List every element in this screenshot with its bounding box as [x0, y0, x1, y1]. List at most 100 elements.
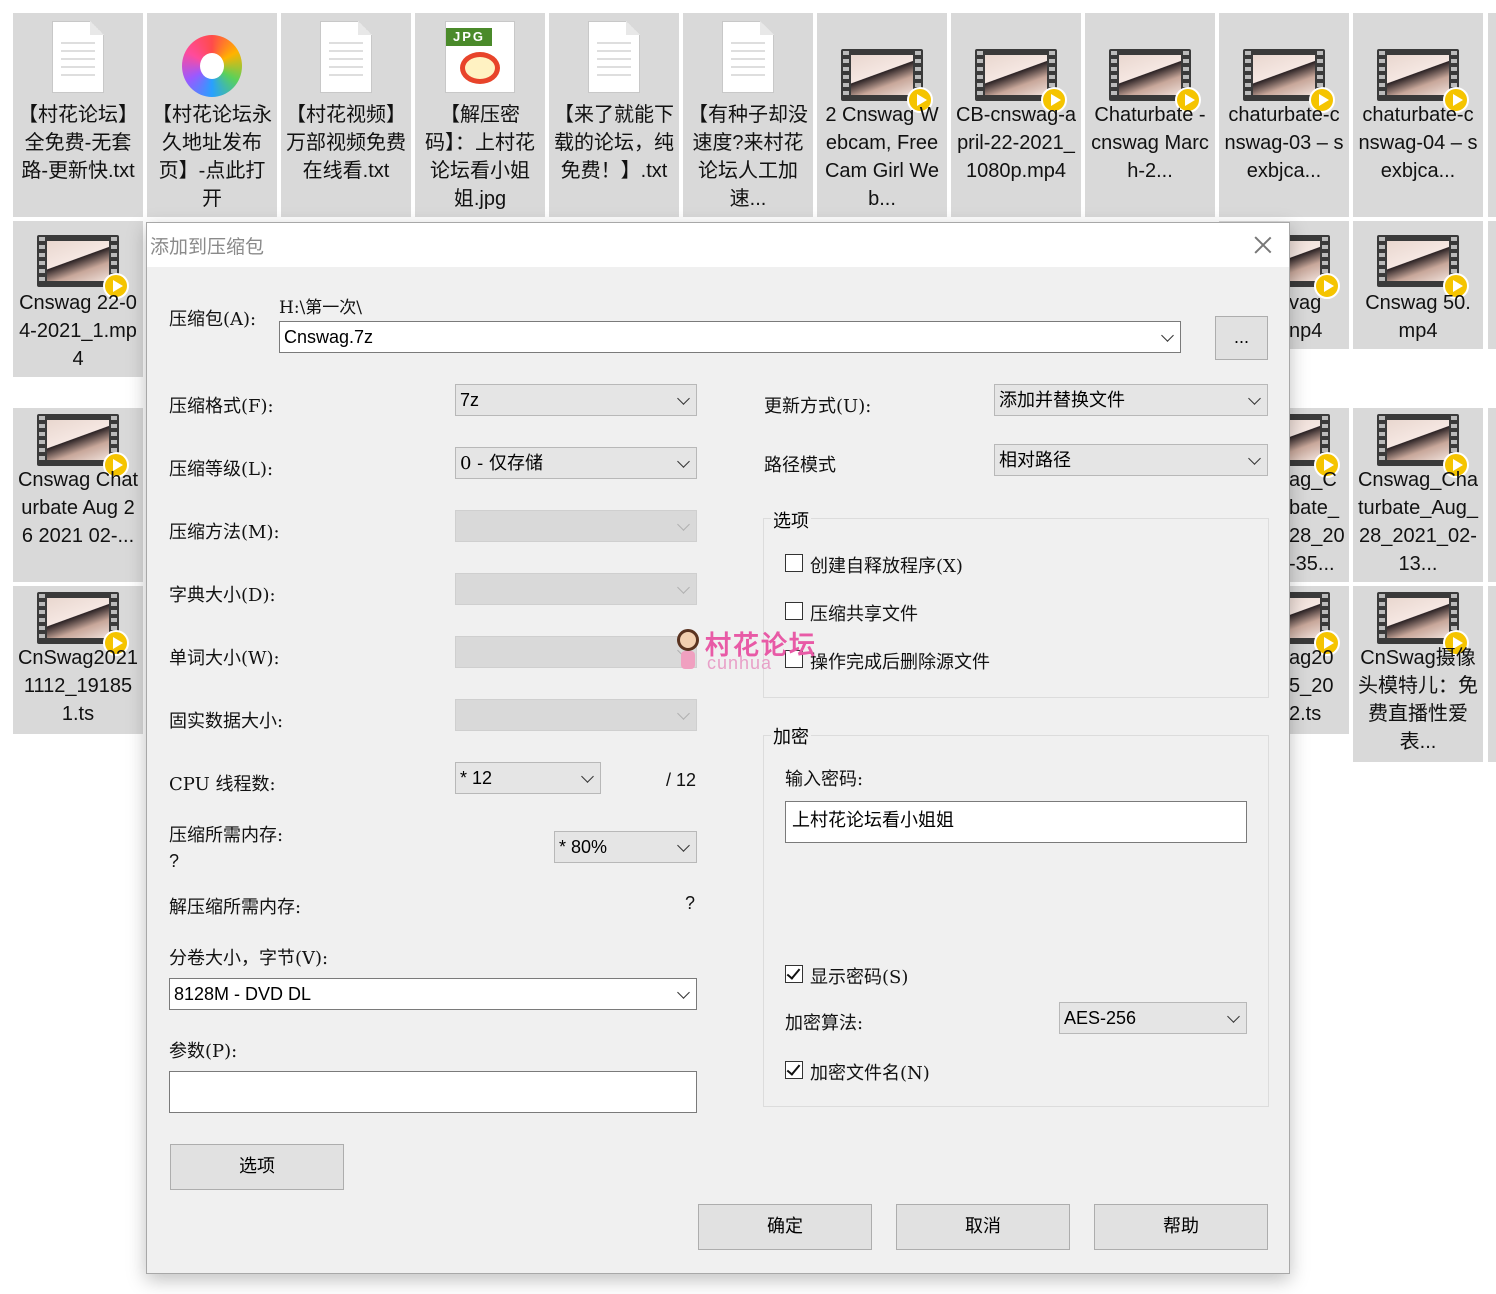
memory-percent-value: * 80%	[559, 837, 608, 857]
file-label: 【解压密码】：上村花论坛看小姐姐.jpg	[425, 104, 535, 210]
chevron-down-icon	[677, 839, 690, 852]
video-file-icon	[841, 49, 933, 113]
update-mode-label: 更新方式(U):	[764, 396, 872, 417]
word-size-label: 单词大小(W):	[169, 648, 280, 669]
video-file-icon	[1377, 414, 1469, 478]
volume-combo[interactable]: 8128M - DVD DL	[169, 978, 697, 1010]
file-tile[interactable]: CnSwag20211112_191851.ts	[13, 586, 143, 734]
watermark: 村花论坛 cunhua	[677, 625, 837, 677]
cancel-button[interactable]: 取消	[896, 1204, 1070, 1250]
file-label: CnSwag20211112_191851.ts	[17, 647, 139, 725]
file-label: CB-cnswag-april-22-2021_1080p.mp4	[955, 104, 1077, 182]
file-label: ag_C bate_ 28_20 -35...	[1289, 469, 1345, 575]
volume-label: 分卷大小，字节(V):	[169, 948, 329, 969]
file-tile[interactable]: 2 Cnswag Webcam, Free Cam Girl Web...	[817, 13, 947, 217]
archive-path: H:\第一次\	[279, 298, 363, 318]
password-label: 输入密码:	[785, 769, 864, 790]
archive-label: 压缩包(A):	[169, 309, 257, 330]
chevron-down-icon	[677, 707, 690, 720]
text-file-icon	[722, 21, 774, 93]
chevron-down-icon	[1161, 329, 1174, 342]
chevron-down-icon	[1248, 452, 1261, 465]
file-tile[interactable]: Cnswag 50.mp4	[1353, 221, 1483, 349]
browse-button[interactable]: ...	[1215, 316, 1268, 360]
compress-memory-label: 压缩所需内存:	[169, 825, 284, 846]
file-tile[interactable]: 【有种子却没速度?来村花论坛人工加速...	[683, 13, 813, 217]
volume-value: 8128M - DVD DL	[174, 984, 312, 1004]
file-label: CnSwag摄像头模特儿：免费直播性爱表...	[1358, 647, 1478, 753]
threads-combo[interactable]: * 12	[455, 762, 601, 794]
video-file-icon	[1377, 49, 1469, 113]
file-label: vag np4	[1289, 292, 1323, 342]
archive-name-value: Cnswag.7z	[284, 327, 374, 347]
help-button[interactable]: 帮助	[1094, 1204, 1268, 1250]
options-button[interactable]: 选项	[170, 1144, 344, 1190]
file-tile[interactable]: Cnswag_Chaturbate_Aug_28_2021_02-13...	[1353, 408, 1483, 582]
chevron-down-icon	[1227, 1010, 1240, 1023]
file-tile[interactable]: CnSwag摄像头模特儿：免费直播性爱表...	[1353, 586, 1483, 762]
close-icon[interactable]	[1251, 233, 1275, 257]
encryption-method-combo[interactable]: AES-256	[1059, 1002, 1247, 1034]
file-tile[interactable]: Cnswag 22-04-2021_1.mp4	[13, 221, 143, 377]
file-tile[interactable]: Chaturbate - cnswag March-2...	[1085, 13, 1215, 217]
video-file-icon	[37, 592, 129, 656]
file-label: Cnswag_Chaturbate_Aug_28_2021_02-13...	[1357, 469, 1479, 575]
update-mode-combo[interactable]: 添加并替换文件	[994, 384, 1268, 416]
path-mode-value: 相对路径	[999, 450, 1071, 471]
threads-total: / 12	[666, 770, 697, 790]
video-file-icon	[37, 235, 129, 299]
watermark-subtext: cunhua	[707, 653, 773, 673]
title-bar[interactable]: 添加到压缩包	[147, 223, 1289, 267]
file-label: 2 Cnswag Webcam, Free Cam Girl Web...	[824, 104, 940, 210]
file-label: 【有种子却没速度?来村花论坛人工加速...	[688, 104, 808, 210]
password-input[interactable]: 上村花论坛看小姐姐	[785, 801, 1247, 843]
path-mode-label: 路径模式	[764, 455, 836, 476]
file-label: 【村花视频】万部视频免费在线看.txt	[286, 104, 406, 182]
threads-value: * 12	[460, 768, 493, 788]
show-password-label: 显示密码(S)	[810, 967, 909, 988]
file-label: Cnswag Chaturbate Aug 26 2021 02-...	[17, 469, 139, 547]
file-tile[interactable]: chaturbate-cnswag-03 – sexbjca...	[1219, 13, 1349, 217]
file-tile[interactable]: 【村花论坛】全免费-无套路-更新快.txt	[13, 13, 143, 217]
file-label: ag20 5_20 2.ts	[1289, 647, 1334, 725]
threads-label: CPU 线程数:	[169, 774, 276, 795]
file-tile-edge	[1488, 408, 1496, 582]
chevron-down-icon	[1248, 392, 1261, 405]
sfx-checkbox[interactable]	[785, 554, 803, 572]
file-label: chaturbate-cnswag-04 – sexbjca...	[1358, 104, 1478, 182]
file-label: Cnswag 50.mp4	[1365, 292, 1471, 342]
video-file-icon	[975, 49, 1067, 113]
file-tile[interactable]: 【村花论坛永久地址发布页】-点此打开	[147, 13, 277, 217]
archive-name-combo[interactable]: Cnswag.7z	[279, 321, 1181, 353]
text-file-icon	[320, 21, 372, 93]
chevron-down-icon	[677, 392, 690, 405]
options-group-title: 选项	[771, 507, 811, 533]
ok-button[interactable]: 确定	[698, 1204, 872, 1250]
file-tile[interactable]: Cnswag Chaturbate Aug 26 2021 02-...	[13, 408, 143, 582]
video-file-icon	[1109, 49, 1201, 113]
add-to-archive-dialog: 添加到压缩包 压缩包(A): H:\第一次\ Cnswag.7z ... 压缩格…	[146, 222, 1290, 1274]
chevron-down-icon	[581, 770, 594, 783]
file-tile[interactable]: 【来了就能下载的论坛，纯免费！】.txt	[549, 13, 679, 217]
show-password-checkbox[interactable]	[785, 965, 803, 983]
browser-shortcut-icon	[182, 35, 242, 97]
level-combo[interactable]: 0 - 仅存储	[455, 447, 697, 479]
parameters-input[interactable]	[169, 1071, 697, 1113]
file-tile[interactable]: JPG 【解压密码】：上村花论坛看小姐姐.jpg	[415, 13, 545, 217]
chevron-down-icon	[677, 518, 690, 531]
delete-after-label: 操作完成后删除源文件	[810, 652, 990, 673]
encrypt-names-checkbox[interactable]	[785, 1061, 803, 1079]
encryption-group-title: 加密	[771, 723, 811, 749]
memory-percent-combo[interactable]: * 80%	[554, 831, 697, 863]
chevron-down-icon	[677, 986, 690, 999]
format-combo[interactable]: 7z	[455, 384, 697, 416]
solid-size-combo	[455, 699, 697, 731]
compress-memory-value: ?	[169, 851, 180, 871]
shared-files-checkbox[interactable]	[785, 602, 803, 620]
update-mode-value: 添加并替换文件	[999, 390, 1125, 411]
file-tile[interactable]: chaturbate-cnswag-04 – sexbjca...	[1353, 13, 1483, 217]
text-file-icon	[588, 21, 640, 93]
path-mode-combo[interactable]: 相对路径	[994, 444, 1268, 476]
file-tile[interactable]: CB-cnswag-april-22-2021_1080p.mp4	[951, 13, 1081, 217]
file-tile[interactable]: 【村花视频】万部视频免费在线看.txt	[281, 13, 411, 217]
